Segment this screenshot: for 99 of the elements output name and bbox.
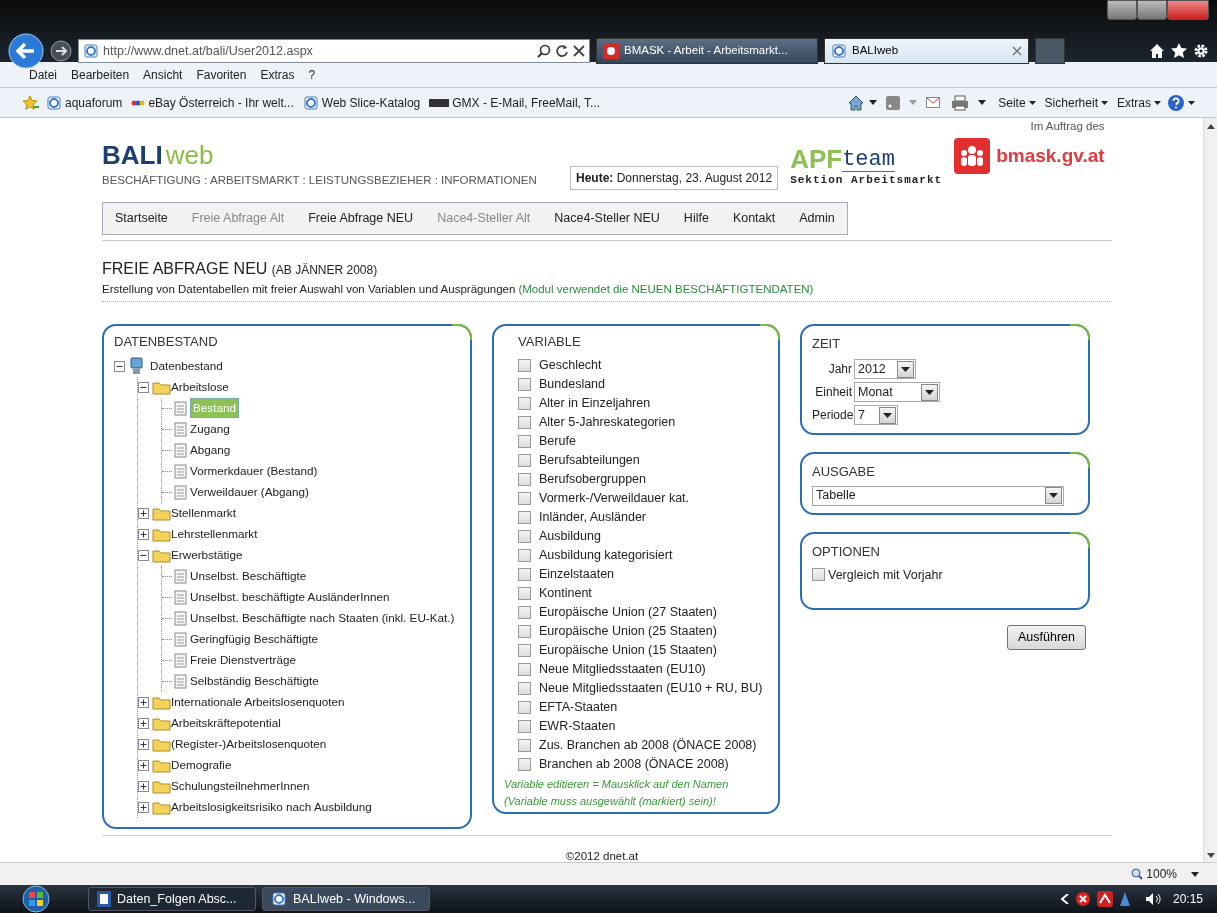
site-tagline: BESCHÄFTIGUNG : ARBEITSMARKT : LEISTUNGSBEZIEHER : INFORMATIONEN: [102, 172, 538, 188]
tree-item[interactable]: Verweildauer (Abgang): [190, 483, 309, 501]
tree-item[interactable]: Vormerkdauer (Bestand): [190, 462, 318, 480]
tree-item[interactable]: Abgang: [190, 441, 231, 459]
hint-text: Variable editieren = Mausklick auf den Namen: [504, 776, 730, 792]
nav-link[interactable]: Hilfe: [671, 203, 721, 234]
tree-folder[interactable]: (Register-)Arbeitslosenquoten: [171, 735, 327, 753]
nav-link[interactable]: Nace4-Steller NEU: [542, 203, 672, 234]
apf-logo-text: APF: [790, 145, 843, 172]
section-heading: ZEIT: [812, 335, 842, 353]
variable-label[interactable]: EWR-Staaten: [539, 716, 616, 736]
field-label: Periode: [812, 407, 854, 424]
variable-label[interactable]: Alter in Einzeljahren: [539, 393, 651, 413]
favorite-link[interactable]: aquaforum: [43, 93, 126, 112]
favorite-link[interactable]: Web Slice-Katalog: [299, 93, 424, 112]
menu-item[interactable]: Extras: [253, 65, 302, 84]
variable-label[interactable]: Branchen ab 2008 (ÖNACE 2008): [539, 754, 729, 774]
zoom-level[interactable]: 100%: [1131, 865, 1177, 883]
tree-root-label[interactable]: Datenbestand: [150, 357, 223, 375]
address-field[interactable]: http://www.dnet.at/bali/User2012.aspx: [78, 39, 590, 63]
address-url: http://www.dnet.at/bali/User2012.aspx: [103, 42, 314, 60]
nav-link[interactable]: Startseite: [103, 203, 180, 234]
tree-item[interactable]: Zugang: [190, 420, 230, 438]
command-menu[interactable]: Sicherheit: [1041, 93, 1111, 112]
select-field[interactable]: 2012: [854, 359, 916, 379]
variable-label[interactable]: Zus. Branchen ab 2008 (ÖNACE 2008): [539, 735, 757, 755]
page-title: FREIE ABFRAGE NEU (AB JÄNNER 2008): [102, 258, 379, 279]
nav-link[interactable]: Freie Abfrage NEU: [296, 203, 426, 234]
variable-label[interactable]: Einzelstaaten: [539, 564, 615, 584]
tree-folder[interactable]: Stellenmarkt: [171, 504, 236, 522]
variable-label[interactable]: Europäische Union (25 Staaten): [539, 621, 717, 641]
nav-link[interactable]: Admin: [787, 203, 847, 234]
nav-link[interactable]: Kontakt: [720, 203, 788, 234]
tree-folder[interactable]: Demografie: [171, 756, 232, 774]
apf-logo-text: team: [842, 148, 895, 172]
clock-text: 20:15: [1172, 891, 1203, 908]
menu-item[interactable]: Ansicht: [136, 65, 190, 84]
date-display: Heute: Donnerstag, 23. August 2012: [570, 166, 779, 190]
browser-tab[interactable]: BMASK - Arbeit - Arbeitsmarkt...: [596, 38, 818, 64]
variable-label[interactable]: Berufsabteilungen: [539, 450, 640, 470]
field-label: Jahr: [827, 361, 853, 378]
variable-label[interactable]: Europäische Union (27 Staaten): [539, 602, 717, 622]
variable-label[interactable]: Bundesland: [539, 374, 606, 394]
select-field[interactable]: Tabelle: [812, 485, 1064, 506]
menu-item[interactable]: Bearbeiten: [64, 65, 137, 84]
tree-folder[interactable]: Arbeitskräftepotential: [171, 714, 281, 732]
section-heading: DATENBESTAND: [114, 333, 219, 351]
tree-folder[interactable]: SchulungsteilnehmerInnen: [171, 777, 310, 795]
variable-label[interactable]: Alter 5-Jahreskategorien: [539, 412, 676, 432]
tree-item[interactable]: Unselbst. Beschäftigte: [190, 567, 307, 585]
variable-label[interactable]: Neue Mitgliedsstaaten (EU10 + RU, BU): [539, 678, 763, 698]
taskbar-button[interactable]: Daten_Folgen Absc...: [88, 887, 256, 911]
select-field[interactable]: Monat: [854, 382, 940, 402]
variable-label[interactable]: Berufsobergruppen: [539, 469, 647, 489]
section-heading: AUSGABE: [812, 463, 876, 481]
variable-label[interactable]: Berufe: [539, 431, 576, 451]
tree-folder[interactable]: Internationale Arbeitslosenquoten: [171, 693, 345, 711]
tree-item[interactable]: Unselbst. beschäftigte AusländerInnen: [190, 588, 390, 606]
variable-label[interactable]: Inländer, Ausländer: [539, 507, 647, 527]
hint-text: (Variable muss ausgewählt (markiert) sein)!: [504, 793, 717, 809]
menu-item[interactable]: Datei: [22, 65, 64, 84]
command-menu[interactable]: Extras: [1114, 93, 1164, 112]
variable-label[interactable]: EFTA-Staaten: [539, 697, 618, 717]
section-heading: OPTIONEN: [812, 543, 881, 561]
select-field[interactable]: 7: [854, 405, 898, 425]
footer-text: ©2012 dnet.at: [565, 849, 640, 862]
tree-folder[interactable]: Erwerbstätige: [171, 546, 243, 564]
page-description: Erstellung von Datentabellen mit freier Auswahl von Variablen und Ausprägungen: [102, 281, 516, 297]
variable-label[interactable]: Kontinent: [539, 583, 592, 603]
taskbar-button[interactable]: BALIweb - Windows...: [262, 887, 430, 911]
tree-item[interactable]: Selbständig Beschäftigte: [190, 672, 319, 690]
variable-label[interactable]: Vormerk-/Verweildauer kat.: [539, 488, 690, 508]
tree-folder[interactable]: Lehrstellenmarkt: [171, 525, 258, 543]
module-note: (Modul verwendet die NEUEN BESCHÄFTIGTENDATEN): [518, 281, 814, 297]
section-heading: VARIABLE: [518, 333, 582, 351]
run-button[interactable]: Ausführen: [1007, 625, 1086, 650]
variable-label[interactable]: Ausbildung kategorisiert: [539, 545, 673, 565]
favorite-link[interactable]: GMX - E-Mail, FreeMail, T...: [426, 93, 604, 112]
command-menu[interactable]: Seite: [995, 93, 1039, 112]
variable-label[interactable]: Geschlecht: [539, 355, 602, 375]
menu-item[interactable]: Favoriten: [189, 65, 254, 84]
tree-folder[interactable]: Arbeitslose: [171, 378, 229, 396]
favorite-link[interactable]: eBay Österreich - Ihr welt...: [128, 93, 297, 112]
menu-item[interactable]: ?: [301, 65, 323, 84]
ministry-logo-text: bmask.gv.at: [996, 144, 1105, 168]
apf-subtitle: Sektion Arbeitsmarkt: [790, 172, 943, 188]
tree-folder[interactable]: Arbeitslosigkeitsrisiko nach Ausbildung: [171, 798, 372, 816]
variable-label[interactable]: Neue Mitgliedsstaaten (EU10): [539, 659, 706, 679]
tree-item[interactable]: Geringfügig Beschäftigte: [190, 630, 318, 648]
tree-item[interactable]: Freie Dienstverträge: [190, 651, 296, 669]
tree-item[interactable]: Unselbst. Beschäftigte nach Staaten (inkl. EU-Kat.): [190, 609, 455, 627]
logo-text: web: [165, 141, 214, 168]
commission-text: Im Auftrag des: [1030, 119, 1105, 134]
browser-tab[interactable]: BALIweb: [824, 38, 1029, 64]
variable-label[interactable]: Europäische Union (15 Staaten): [539, 640, 717, 660]
option-label[interactable]: Vergleich mit Vorjahr: [828, 565, 943, 585]
field-label: Einheit: [814, 384, 853, 401]
logo-text: BALI: [102, 141, 163, 168]
variable-label[interactable]: Ausbildung: [539, 526, 601, 546]
